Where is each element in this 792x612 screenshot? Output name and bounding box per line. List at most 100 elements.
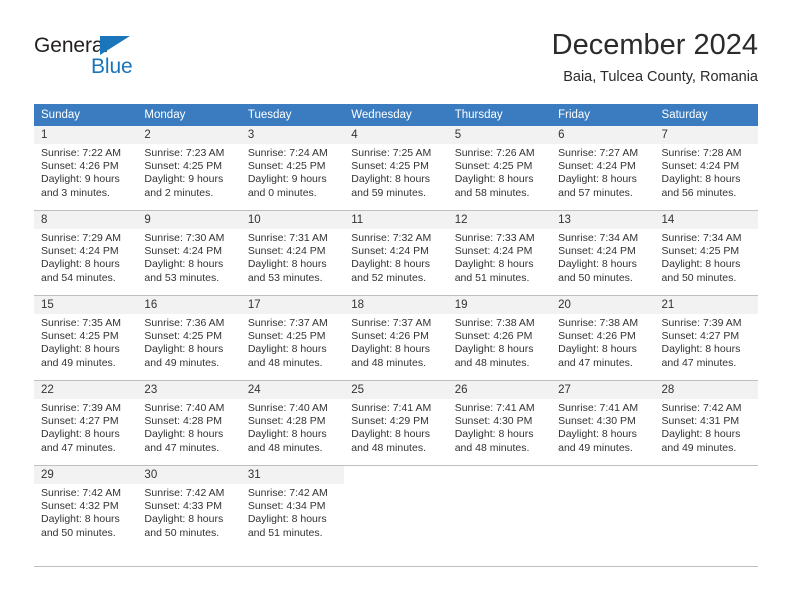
sunrise-text: Sunrise: 7:40 AM xyxy=(247,402,328,414)
calendar-day-cell[interactable]: 22 Sunrise: 7:39 AM Sunset: 4:27 PM Dayligh… xyxy=(34,380,138,466)
daylight-text-line1: Daylight: 8 hours xyxy=(558,343,637,356)
calendar-day-cell[interactable]: 25 Sunrise: 7:41 AM Sunset: 4:29 PM Dayligh… xyxy=(344,380,448,466)
daylight-text-line2: and 3 minutes. xyxy=(41,186,110,199)
day-details: Sunrise: 7:32 AM Sunset: 4:24 PM Daylight:… xyxy=(344,229,447,285)
calendar-day-cell[interactable]: 8 Sunrise: 7:29 AM Sunset: 4:24 PM Daylight… xyxy=(34,210,138,296)
calendar-day-cell[interactable]: 18 Sunrise: 7:37 AM Sunset: 4:26 PM Dayligh… xyxy=(344,295,448,381)
sunrise-text: Sunrise: 7:35 AM xyxy=(41,317,121,329)
calendar-week-row: 15 Sunrise: 7:35 AM Sunset: 4:25 PM Dayligh… xyxy=(34,295,758,381)
calendar-day-cell[interactable]: 16 Sunrise: 7:36 AM Sunset: 4:25 PM Dayligh… xyxy=(137,295,241,381)
calendar-week-row: 1 Sunrise: 7:22 AM Sunset: 4:26 PM Daylight… xyxy=(34,126,758,211)
daylight-text-line2: and 47 minutes. xyxy=(558,356,633,369)
calendar-day-cell[interactable]: 13 Sunrise: 7:34 AM Sunset: 4:24 PM Dayligh… xyxy=(551,210,655,296)
day-number: 26 xyxy=(447,381,552,399)
daylight-text-line2: and 48 minutes. xyxy=(351,356,426,369)
day-number: 31 xyxy=(240,466,345,484)
daylight-text-line1: Daylight: 8 hours xyxy=(661,173,741,186)
day-number xyxy=(447,466,552,484)
day-number: 17 xyxy=(240,296,345,314)
day-details: Sunrise: 7:35 AM Sunset: 4:25 PM Daylight:… xyxy=(34,314,137,370)
calendar-day-cell[interactable]: 12 Sunrise: 7:33 AM Sunset: 4:24 PM Dayligh… xyxy=(447,210,552,296)
day-details xyxy=(551,484,654,487)
day-details: Sunrise: 7:28 AM Sunset: 4:24 PM Daylight:… xyxy=(655,144,758,200)
sunrise-text: Sunrise: 7:39 AM xyxy=(41,402,121,414)
sunrise-text: Sunrise: 7:41 AM xyxy=(351,402,432,414)
calendar-day-cell[interactable]: 27 Sunrise: 7:41 AM Sunset: 4:30 PM Dayligh… xyxy=(551,380,655,466)
calendar-day-cell[interactable]: 21 Sunrise: 7:39 AM Sunset: 4:27 PM Dayligh… xyxy=(654,295,758,381)
day-number: 11 xyxy=(344,211,448,229)
general-blue-logo[interactable]: General Blue xyxy=(34,34,214,86)
sunset-text: Sunset: 4:24 PM xyxy=(144,245,223,258)
calendar-day-cell[interactable]: 31 Sunrise: 7:42 AM Sunset: 4:34 PM Dayligh… xyxy=(240,465,345,550)
calendar-day-cell[interactable]: 7 Sunrise: 7:28 AM Sunset: 4:24 PM Daylight… xyxy=(654,126,758,211)
daylight-text-line2: and 49 minutes. xyxy=(144,356,220,369)
sunset-text: Sunset: 4:24 PM xyxy=(558,245,636,258)
calendar-day-cell[interactable]: 3 Sunrise: 7:24 AM Sunset: 4:25 PM Daylight… xyxy=(240,126,345,211)
sunrise-text: Sunrise: 7:30 AM xyxy=(144,232,225,244)
daylight-text-line2: and 48 minutes. xyxy=(454,441,530,454)
title-block: December 2024 Baia, Tulcea County, Roman… xyxy=(552,28,758,86)
calendar-day-cell[interactable]: 9 Sunrise: 7:30 AM Sunset: 4:24 PM Daylight… xyxy=(137,210,241,296)
sunset-text: Sunset: 4:24 PM xyxy=(351,245,429,258)
page-header: General Blue December 2024 Baia, Tulcea … xyxy=(34,28,758,94)
daylight-text-line2: and 50 minutes. xyxy=(144,526,220,539)
sunset-text: Sunset: 4:30 PM xyxy=(454,415,533,428)
day-number: 20 xyxy=(551,296,655,314)
daylight-text-line1: Daylight: 9 hours xyxy=(41,173,120,186)
calendar-day-cell[interactable]: 29 Sunrise: 7:42 AM Sunset: 4:32 PM Dayligh… xyxy=(34,465,138,550)
day-details: Sunrise: 7:37 AM Sunset: 4:26 PM Daylight:… xyxy=(344,314,447,370)
weekday-header-saturday: Saturday xyxy=(654,104,758,126)
daylight-text-line2: and 48 minutes. xyxy=(454,356,530,369)
day-details: Sunrise: 7:36 AM Sunset: 4:25 PM Daylight:… xyxy=(137,314,240,370)
calendar-day-cell[interactable]: 14 Sunrise: 7:34 AM Sunset: 4:25 PM Dayligh… xyxy=(654,210,758,296)
day-number: 7 xyxy=(654,126,758,144)
calendar-day-cell[interactable]: 6 Sunrise: 7:27 AM Sunset: 4:24 PM Daylight… xyxy=(551,126,655,211)
sunrise-text: Sunrise: 7:42 AM xyxy=(144,487,225,499)
sunset-text: Sunset: 4:25 PM xyxy=(144,160,223,173)
sunrise-text: Sunrise: 7:34 AM xyxy=(558,232,639,244)
calendar-day-cell[interactable]: 15 Sunrise: 7:35 AM Sunset: 4:25 PM Dayligh… xyxy=(34,295,138,381)
day-number: 1 xyxy=(34,126,138,144)
daylight-text-line2: and 56 minutes. xyxy=(661,186,737,199)
sunrise-text: Sunrise: 7:34 AM xyxy=(661,232,742,244)
calendar-day-cell[interactable]: 4 Sunrise: 7:25 AM Sunset: 4:25 PM Daylight… xyxy=(344,126,448,211)
day-number: 16 xyxy=(137,296,241,314)
calendar-day-cell xyxy=(344,465,448,550)
weekday-header-tuesday: Tuesday xyxy=(240,104,345,126)
calendar-day-cell[interactable]: 24 Sunrise: 7:40 AM Sunset: 4:28 PM Dayligh… xyxy=(240,380,345,466)
sunset-text: Sunset: 4:25 PM xyxy=(247,330,326,343)
calendar-day-cell[interactable]: 2 Sunrise: 7:23 AM Sunset: 4:25 PM Daylight… xyxy=(137,126,241,211)
daylight-text-line2: and 51 minutes. xyxy=(454,271,530,284)
calendar-day-cell[interactable]: 1 Sunrise: 7:22 AM Sunset: 4:26 PM Daylight… xyxy=(34,126,138,211)
daylight-text-line1: Daylight: 8 hours xyxy=(558,173,637,186)
sunset-text: Sunset: 4:24 PM xyxy=(247,245,326,258)
daylight-text-line2: and 59 minutes. xyxy=(351,186,426,199)
day-details: Sunrise: 7:33 AM Sunset: 4:24 PM Daylight:… xyxy=(448,229,551,285)
sunset-text: Sunset: 4:25 PM xyxy=(247,160,326,173)
calendar-day-cell[interactable]: 19 Sunrise: 7:38 AM Sunset: 4:26 PM Dayligh… xyxy=(447,295,552,381)
weekday-header-wednesday: Wednesday xyxy=(344,104,448,126)
calendar-day-cell[interactable]: 5 Sunrise: 7:26 AM Sunset: 4:25 PM Daylight… xyxy=(447,126,552,211)
daylight-text-line2: and 50 minutes. xyxy=(661,271,737,284)
sunset-text: Sunset: 4:31 PM xyxy=(661,415,740,428)
daylight-text-line2: and 48 minutes. xyxy=(247,356,323,369)
calendar-day-cell[interactable]: 11 Sunrise: 7:32 AM Sunset: 4:24 PM Dayligh… xyxy=(344,210,448,296)
calendar-day-cell[interactable]: 10 Sunrise: 7:31 AM Sunset: 4:24 PM Dayligh… xyxy=(240,210,345,296)
daylight-text-line1: Daylight: 8 hours xyxy=(144,513,224,526)
calendar-day-cell[interactable]: 20 Sunrise: 7:38 AM Sunset: 4:26 PM Dayligh… xyxy=(551,295,655,381)
calendar-day-cell[interactable]: 30 Sunrise: 7:42 AM Sunset: 4:33 PM Dayligh… xyxy=(137,465,241,550)
day-details: Sunrise: 7:41 AM Sunset: 4:29 PM Daylight:… xyxy=(344,399,447,455)
calendar-week-row: 29 Sunrise: 7:42 AM Sunset: 4:32 PM Dayligh… xyxy=(34,465,758,550)
calendar-day-cell[interactable]: 28 Sunrise: 7:42 AM Sunset: 4:31 PM Dayligh… xyxy=(654,380,758,466)
day-details: Sunrise: 7:29 AM Sunset: 4:24 PM Daylight:… xyxy=(34,229,137,285)
daylight-text-line1: Daylight: 8 hours xyxy=(247,258,327,271)
calendar-day-cell[interactable]: 23 Sunrise: 7:40 AM Sunset: 4:28 PM Dayligh… xyxy=(137,380,241,466)
day-details xyxy=(448,484,551,487)
day-details: Sunrise: 7:42 AM Sunset: 4:31 PM Daylight:… xyxy=(655,399,758,455)
daylight-text-line1: Daylight: 8 hours xyxy=(41,428,120,441)
day-details: Sunrise: 7:26 AM Sunset: 4:25 PM Daylight:… xyxy=(448,144,551,200)
calendar-day-cell[interactable]: 17 Sunrise: 7:37 AM Sunset: 4:25 PM Dayligh… xyxy=(240,295,345,381)
calendar-table: Sunday Monday Tuesday Wednesday Thursday… xyxy=(34,104,758,550)
sunrise-text: Sunrise: 7:26 AM xyxy=(454,147,535,159)
calendar-day-cell[interactable]: 26 Sunrise: 7:41 AM Sunset: 4:30 PM Dayligh… xyxy=(447,380,552,466)
